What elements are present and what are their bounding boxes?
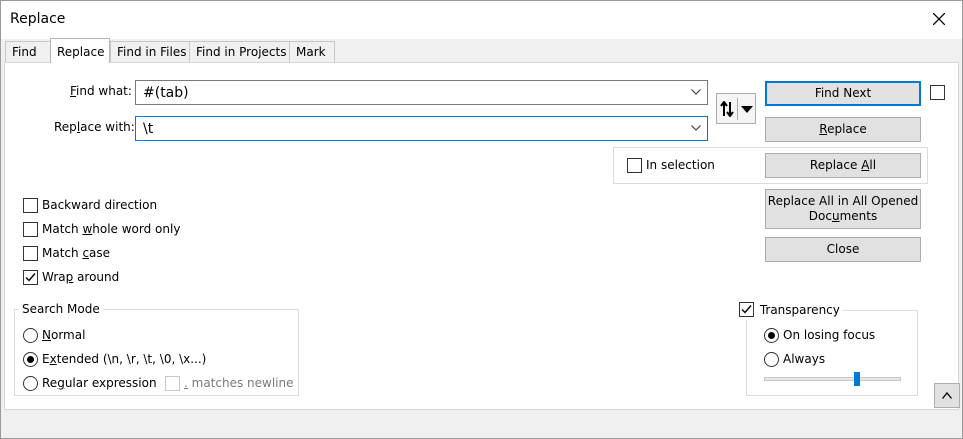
backward-direction-label: Backward direction (42, 198, 158, 212)
find-what-combobox[interactable]: #(tab) (135, 80, 708, 105)
search-mode-extended-label: Extended (\n, \r, \t, \0, \x...) (42, 352, 207, 366)
checkmark-icon (741, 305, 752, 314)
close-window-button[interactable] (916, 1, 962, 37)
wrap-around-label: Wrap around (42, 270, 120, 284)
replace-button[interactable]: Replace (765, 117, 921, 142)
wrap-around-checkbox[interactable] (23, 270, 38, 285)
swap-arrows-icon (720, 101, 734, 117)
replace-dialog: Replace Find Replace Find in Files Find … (0, 0, 963, 439)
search-mode-normal-label: Normal (42, 328, 86, 342)
matches-newline-label: . matches newline (184, 376, 294, 390)
tab-replace-label: Replace (57, 45, 105, 59)
find-what-value: #(tab) (143, 85, 189, 101)
collapse-button[interactable] (934, 383, 960, 408)
tab-find-in-projects[interactable]: Find in Projects (189, 41, 290, 62)
match-case-checkbox[interactable] (23, 246, 38, 261)
match-whole-word-checkbox[interactable] (23, 222, 38, 237)
replace-with-value: \t (143, 121, 154, 137)
find-what-label: Find what: (70, 84, 132, 98)
tab-find-in-files-label: Find in Files (117, 45, 187, 59)
always-label: Always (783, 352, 826, 366)
search-mode-extended-radio[interactable] (23, 352, 38, 367)
find-next-button[interactable]: Find Next (765, 81, 921, 106)
backward-direction-checkbox[interactable] (23, 198, 38, 213)
radio-selected-dot (27, 356, 34, 363)
radio-selected-dot (768, 332, 775, 339)
tab-find[interactable]: Find (5, 41, 51, 62)
on-losing-focus-radio[interactable] (764, 328, 779, 343)
match-case-label: Match case (42, 246, 111, 260)
tab-replace[interactable]: Replace (50, 38, 110, 63)
transparency-header: Transparency (737, 301, 843, 320)
search-mode-regex-radio[interactable] (23, 376, 38, 391)
tab-mark[interactable]: Mark (289, 41, 335, 62)
find-next-option-checkbox[interactable] (930, 85, 945, 100)
title-bar: Replace (1, 1, 962, 39)
tab-mark-label: Mark (296, 45, 326, 59)
tab-find-label: Find (12, 45, 37, 59)
dropdown-arrow-icon[interactable] (741, 106, 753, 113)
search-mode-normal-radio[interactable] (23, 328, 38, 343)
replace-all-in-all-opened-documents-button[interactable]: Replace All in All Opened Documents (765, 189, 921, 229)
search-mode-regex-label: Regular expression (42, 376, 157, 390)
in-selection-label: In selection (646, 158, 715, 172)
chevron-down-icon[interactable] (691, 89, 701, 95)
transparency-slider-thumb[interactable] (854, 372, 860, 386)
transparency-slider-track[interactable] (764, 377, 901, 381)
chevron-down-icon[interactable] (691, 125, 701, 131)
replace-with-combobox[interactable]: \t (135, 116, 708, 141)
dialog-title: Replace (10, 11, 66, 27)
match-whole-word-label: Match whole word only (42, 222, 181, 236)
on-losing-focus-label: On losing focus (783, 328, 876, 342)
chevron-up-icon (942, 392, 952, 399)
transparency-checkbox[interactable] (739, 302, 754, 317)
always-radio[interactable] (764, 352, 779, 367)
checkmark-icon (25, 273, 36, 282)
swap-find-replace-button[interactable] (716, 93, 756, 124)
swap-divider (737, 98, 738, 120)
close-button[interactable]: Close (765, 237, 921, 262)
transparency-label: Transparency (759, 303, 840, 317)
matches-newline-checkbox[interactable] (165, 376, 180, 391)
replace-with-label: Replace with: (54, 120, 135, 134)
tab-find-in-files[interactable]: Find in Files (110, 41, 190, 62)
status-bar (1, 410, 962, 438)
replace-all-button[interactable]: Replace All (765, 153, 921, 178)
tab-find-in-projects-label: Find in Projects (196, 45, 287, 59)
in-selection-checkbox[interactable] (627, 158, 642, 173)
close-icon (933, 13, 945, 25)
search-mode-title: Search Mode (19, 302, 103, 316)
